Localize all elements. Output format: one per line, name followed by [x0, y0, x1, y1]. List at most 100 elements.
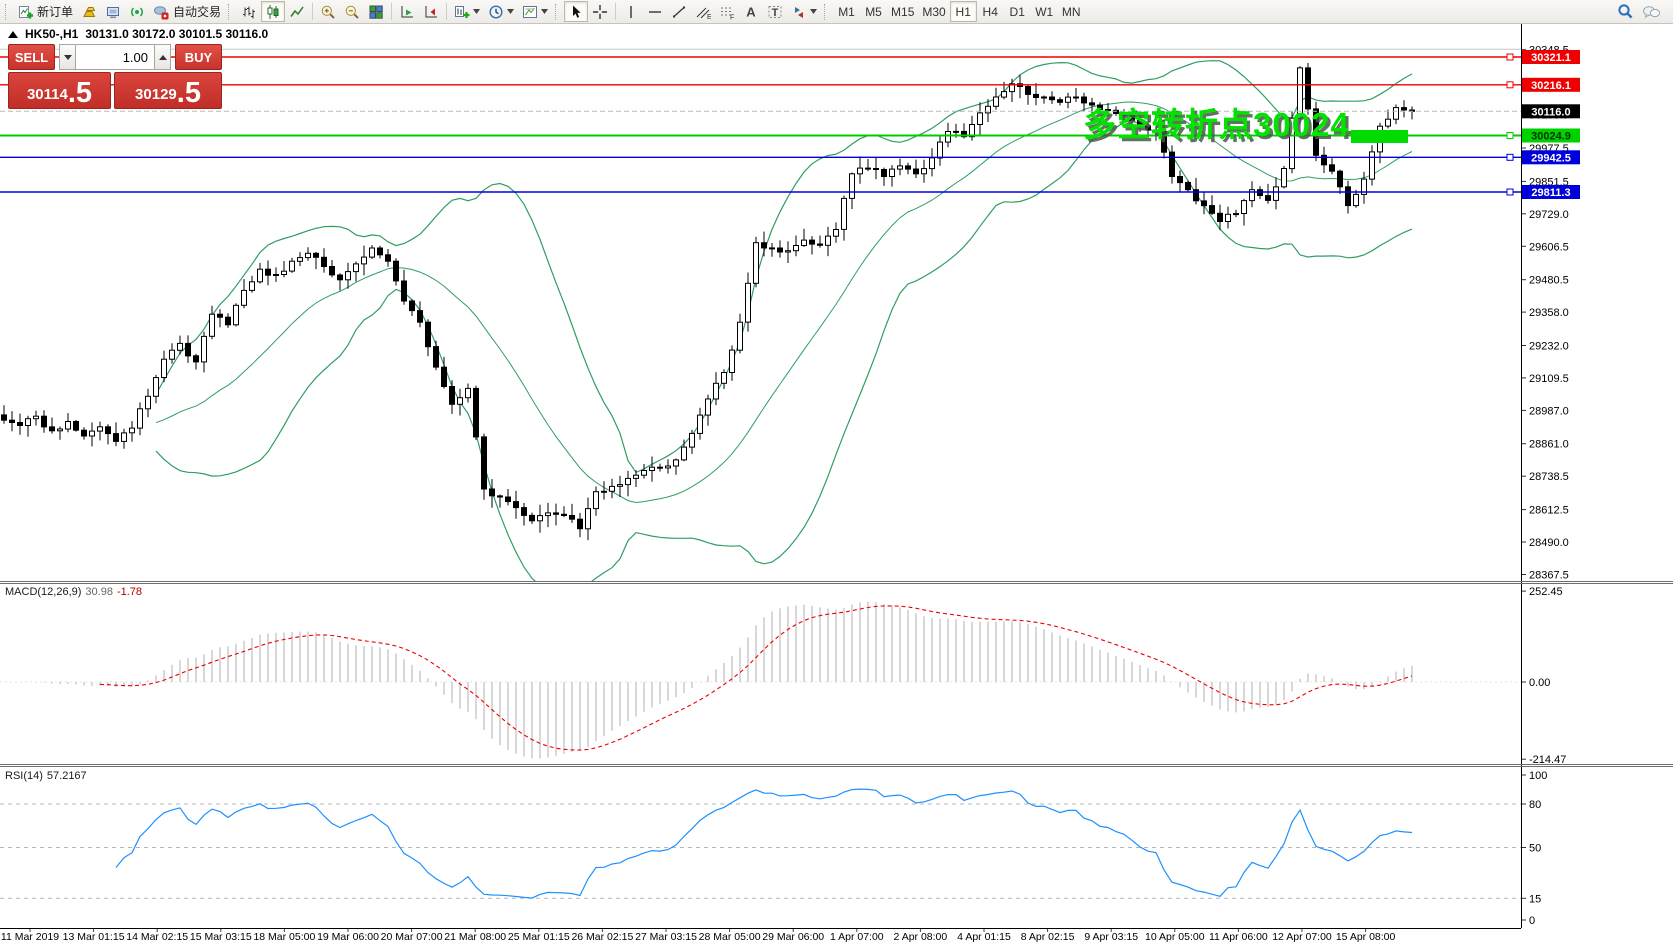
candle — [10, 420, 15, 422]
macd-axis-label: 252.45 — [1529, 586, 1563, 598]
horizontal-line-icon — [647, 4, 663, 20]
candle — [82, 430, 87, 436]
timeframe-D1-button[interactable]: D1 — [1004, 1, 1031, 22]
candle — [34, 416, 39, 419]
autotrading-button[interactable]: 自动交易 — [149, 1, 225, 22]
candle — [834, 230, 839, 237]
candle — [522, 508, 527, 516]
arrows-tool-button[interactable] — [787, 1, 821, 22]
line-end-marker[interactable] — [1507, 133, 1513, 139]
cursor-button[interactable] — [564, 1, 588, 22]
sell-button[interactable]: SELL — [8, 44, 55, 70]
candle — [1338, 171, 1343, 187]
candle — [778, 248, 783, 252]
new-chart-button[interactable] — [450, 1, 484, 22]
candle — [122, 433, 127, 442]
community-button[interactable] — [1638, 1, 1665, 22]
timeframe-M5-button[interactable]: M5 — [860, 1, 887, 22]
vertical-line-button[interactable] — [619, 1, 643, 22]
timeframe-M15-button[interactable]: M15 — [887, 1, 918, 22]
line-chart-button[interactable] — [285, 1, 309, 22]
candle — [2, 415, 7, 420]
timeframe-H4-button[interactable]: H4 — [977, 1, 1004, 22]
line-end-marker[interactable] — [1507, 189, 1513, 195]
trade-controls-row: SELL BUY — [8, 44, 222, 70]
macd-main-value: 30.98 — [85, 586, 113, 598]
chart-canvas[interactable]: 30348.530226.030103.529977.529851.529729… — [0, 0, 1673, 944]
fibonacci-button[interactable]: F — [715, 1, 739, 22]
price-tag-label: 30321.1 — [1531, 52, 1571, 64]
candle — [138, 409, 143, 428]
timeframe-H1-button[interactable]: H1 — [950, 1, 977, 22]
sell-price-display[interactable]: 30114 .5 — [8, 72, 111, 109]
date-axis-label: 13 Mar 01:15 — [63, 931, 125, 943]
timeframe-W1-button[interactable]: W1 — [1031, 1, 1058, 22]
tile-windows-button[interactable] — [364, 1, 388, 22]
candle — [1042, 97, 1047, 98]
annotation-highlight-bar[interactable] — [1351, 130, 1408, 143]
candle — [578, 519, 583, 529]
horizontal-line-button[interactable] — [643, 1, 667, 22]
equidistant-channel-button[interactable]: E — [691, 1, 715, 22]
date-axis-label: 19 Mar 06:00 — [317, 931, 379, 943]
candle — [842, 198, 847, 229]
buy-price-display[interactable]: 30129 .5 — [114, 72, 222, 109]
candle — [610, 486, 615, 491]
chart-shift-button[interactable] — [419, 1, 443, 22]
template-icon — [522, 4, 538, 20]
ingot-button[interactable] — [77, 1, 101, 22]
candle — [1330, 165, 1335, 171]
candle — [546, 513, 551, 516]
new-order-button[interactable]: 新订单 — [14, 1, 77, 22]
volume-increase-button[interactable] — [154, 44, 171, 70]
buy-button[interactable]: BUY — [175, 44, 222, 70]
candle — [258, 269, 263, 282]
candle — [674, 460, 679, 466]
text-tool-icon: A — [743, 4, 759, 20]
candle — [930, 158, 935, 169]
zoom-out-button[interactable] — [340, 1, 364, 22]
line-end-marker[interactable] — [1507, 82, 1513, 88]
period-button[interactable] — [484, 1, 518, 22]
trendline-button[interactable] — [667, 1, 691, 22]
candle — [506, 497, 511, 502]
toolbar-separator — [391, 3, 392, 20]
candle — [746, 283, 751, 322]
chart-header: HK50-,H1 30131.0 30172.0 30101.5 30116.0 — [8, 27, 268, 41]
candle-chart-button[interactable] — [261, 1, 285, 22]
search-button[interactable] — [1613, 1, 1638, 22]
candle — [762, 243, 767, 248]
rsi-name: RSI(14) — [5, 770, 43, 782]
terminal-button[interactable] — [101, 1, 125, 22]
text-tool-button[interactable]: A — [739, 1, 763, 22]
caret-down-icon — [541, 9, 548, 14]
candle — [274, 275, 279, 276]
line-end-marker[interactable] — [1507, 54, 1513, 60]
timeframe-MN-button[interactable]: MN — [1058, 1, 1085, 22]
chart-annotation-text[interactable]: 多空转折点30024 — [1083, 98, 1350, 146]
candle — [1186, 183, 1191, 190]
candle — [26, 419, 31, 426]
zoom-in-button[interactable] — [316, 1, 340, 22]
timeframe-M1-button[interactable]: M1 — [833, 1, 860, 22]
candle — [322, 257, 327, 266]
timeframe-M30-button[interactable]: M30 — [918, 1, 949, 22]
candle — [186, 343, 191, 356]
template-button[interactable] — [518, 1, 552, 22]
bar-chart-button[interactable] — [237, 1, 261, 22]
volume-decrease-button[interactable] — [59, 44, 76, 70]
text-label-button[interactable]: T — [763, 1, 787, 22]
auto-scroll-button[interactable] — [395, 1, 419, 22]
line-end-marker[interactable] — [1507, 154, 1513, 160]
collapse-chart-icon[interactable] — [8, 31, 18, 38]
sell-price-main: 30114 — [27, 83, 68, 107]
candle — [202, 336, 207, 362]
volume-input[interactable] — [76, 44, 154, 70]
search-icon — [1617, 3, 1634, 20]
terminal-icon — [105, 4, 121, 20]
candle — [698, 415, 703, 433]
signals-button[interactable] — [125, 1, 149, 22]
crosshair-button[interactable] — [588, 1, 612, 22]
candle — [266, 269, 271, 275]
candle — [786, 251, 791, 252]
